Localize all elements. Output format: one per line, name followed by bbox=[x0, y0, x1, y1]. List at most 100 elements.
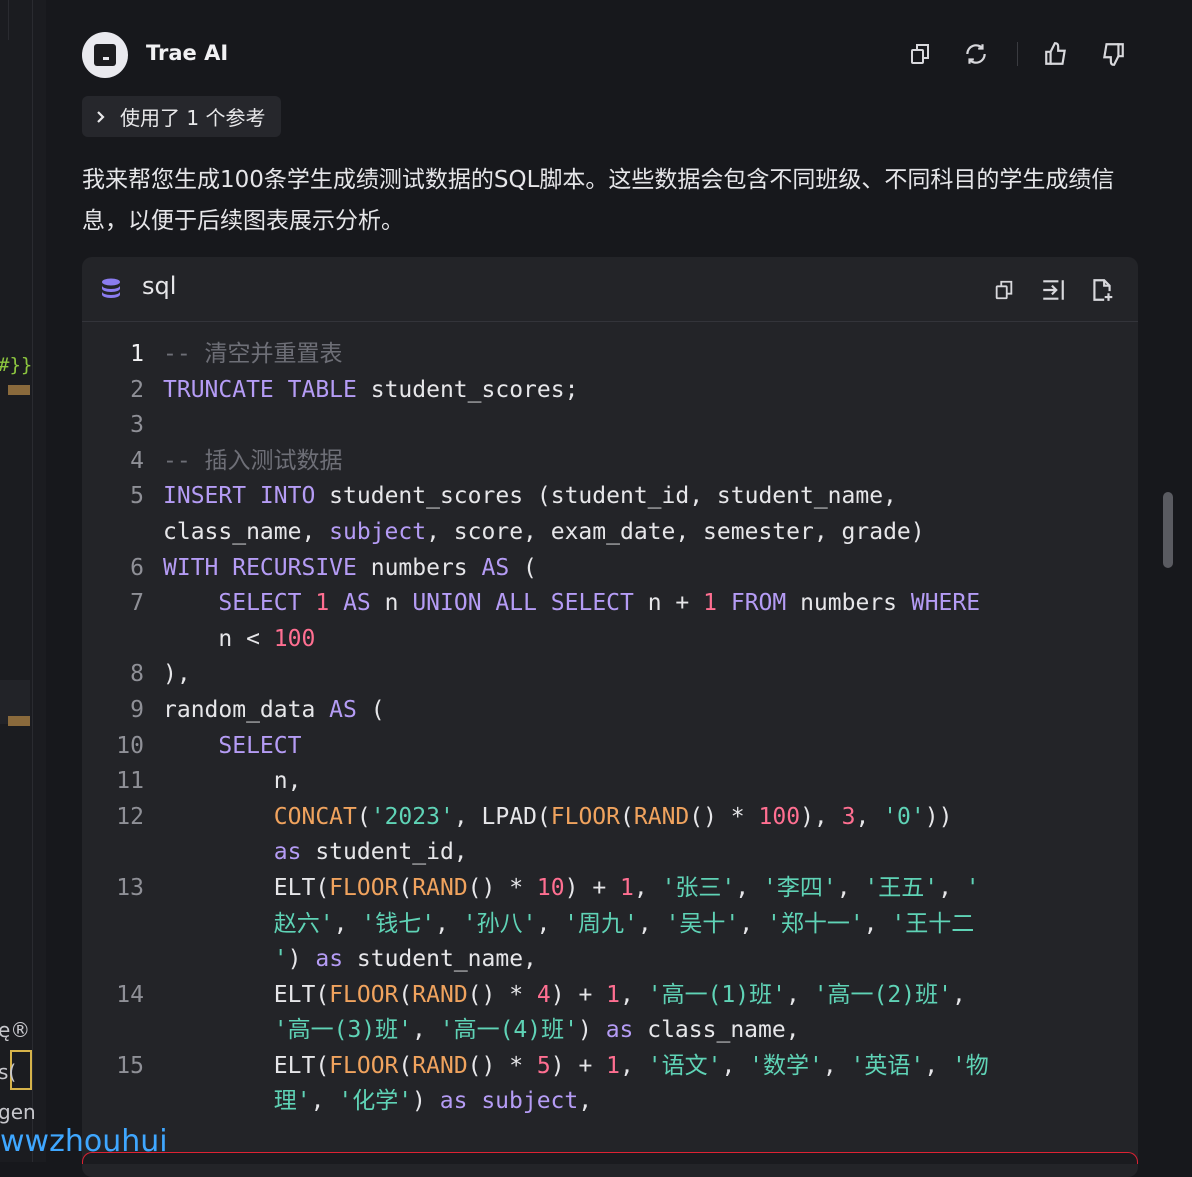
insert-code-button[interactable] bbox=[1038, 275, 1068, 305]
code-token: '周九' bbox=[564, 910, 638, 937]
code-token: , score, exam_date, semester, grade) bbox=[426, 518, 925, 545]
code-token: FLOOR bbox=[329, 1052, 399, 1079]
code-token: -- 插入测试数据 bbox=[163, 447, 343, 474]
copy-code-icon bbox=[995, 280, 1013, 300]
code-token: WHERE bbox=[910, 590, 981, 617]
code-token: , LPAD( bbox=[453, 803, 551, 830]
code-token: RAND bbox=[412, 981, 468, 1008]
thumbs-up-icon bbox=[1045, 42, 1066, 65]
code-line: 理', '化学') as subject, bbox=[82, 1084, 1138, 1120]
editor-text-fragment: gen bbox=[0, 1100, 36, 1124]
line-number: 1 bbox=[130, 341, 144, 367]
code-token: FLOOR bbox=[329, 981, 399, 1008]
line-number: 8 bbox=[130, 661, 144, 688]
code-token: , bbox=[435, 910, 463, 937]
line-number: 5 bbox=[130, 483, 144, 510]
code-text: n < 100 bbox=[163, 622, 315, 658]
like-button[interactable] bbox=[1040, 38, 1072, 70]
code-token: '高一(1)班' bbox=[647, 981, 786, 1008]
code-token: student_name, bbox=[343, 946, 537, 973]
references-toggle[interactable]: 使用了 1 个参考 bbox=[82, 96, 281, 137]
code-token: ) + bbox=[550, 981, 607, 1008]
code-text: SELECT bbox=[163, 729, 301, 765]
line-number: 9 bbox=[130, 696, 144, 723]
copy-icon bbox=[911, 44, 929, 64]
code-line: 10 SELECT bbox=[82, 729, 1138, 765]
thumbs-down-icon bbox=[1103, 43, 1124, 66]
code-token: 1 bbox=[620, 874, 634, 901]
code-token: class_name, bbox=[633, 1017, 800, 1044]
references-label: 使用了 1 个参考 bbox=[120, 106, 266, 130]
code-token: 1 bbox=[606, 1052, 621, 1079]
code-text: -- 插入测试数据 bbox=[163, 444, 343, 480]
copy-code-button[interactable] bbox=[989, 275, 1019, 305]
code-token: random_data bbox=[163, 696, 330, 723]
code-token: student_scores (student_id, student_name… bbox=[315, 483, 897, 510]
code-token: subject bbox=[329, 518, 427, 545]
line-number: 13 bbox=[116, 874, 144, 901]
line-number: 10 bbox=[116, 732, 144, 759]
copy-button[interactable] bbox=[904, 38, 936, 70]
code-line: 13 ELT(FLOOR(RAND() * 10) + 1, '张三', '李四… bbox=[82, 871, 1138, 907]
code-token: () * bbox=[467, 874, 537, 901]
code-token: , bbox=[620, 1052, 648, 1079]
code-line: 12 CONCAT('2023', LPAD(FLOOR(RAND() * 10… bbox=[82, 800, 1138, 836]
code-token: RAND bbox=[412, 874, 468, 901]
code-token: FROM bbox=[730, 590, 787, 617]
code-token: ( bbox=[620, 803, 634, 830]
add-file-button[interactable] bbox=[1087, 275, 1117, 305]
code-text: SELECT 1 AS n UNION ALL SELECT n + 1 FRO… bbox=[163, 586, 980, 622]
code-token: , bbox=[836, 874, 865, 901]
code-text: ') as student_name, bbox=[163, 942, 537, 978]
input-box-edge[interactable] bbox=[82, 1152, 1138, 1164]
code-token: () * bbox=[467, 1052, 537, 1079]
code-line: 2 TRUNCATE TABLE student_scores; bbox=[82, 373, 1138, 409]
code-token: '高一(2)班' bbox=[813, 981, 952, 1008]
code-line: 3 bbox=[82, 408, 1138, 444]
code-token: AS bbox=[343, 590, 371, 617]
scrollbar-thumb[interactable] bbox=[1163, 492, 1173, 568]
code-token: ' bbox=[965, 874, 980, 901]
regenerate-button[interactable] bbox=[960, 38, 992, 70]
trae-ai-avatar bbox=[82, 32, 128, 78]
code-token: numbers bbox=[786, 590, 911, 617]
code-token: , bbox=[721, 1052, 750, 1079]
code-token: ELT( bbox=[163, 1052, 330, 1079]
code-token: , bbox=[620, 981, 648, 1008]
code-text: class_name, subject, score, exam_date, s… bbox=[163, 515, 925, 551]
code-text: n, bbox=[163, 764, 302, 800]
code-token: , bbox=[637, 910, 666, 937]
code-token: ), bbox=[800, 803, 842, 830]
code-token: 100 bbox=[758, 803, 801, 830]
divider bbox=[32, 0, 33, 1162]
code-text: 理', '化学') as subject, bbox=[163, 1084, 592, 1120]
assistant-name: Trae AI bbox=[146, 41, 229, 65]
code-token: SELECT bbox=[218, 732, 302, 759]
code-text: WITH RECURSIVE numbers AS ( bbox=[163, 551, 537, 587]
code-token: SELECT bbox=[218, 590, 302, 617]
code-token: , bbox=[412, 1017, 440, 1044]
code-token: )) bbox=[924, 803, 953, 830]
code-token: 10 bbox=[536, 874, 565, 901]
code-line: 14 ELT(FLOOR(RAND() * 4) + 1, '高一(1)班', … bbox=[82, 978, 1138, 1014]
code-text: '高一(3)班', '高一(4)班') as class_name, bbox=[163, 1013, 800, 1049]
code-line: class_name, subject, score, exam_date, s… bbox=[82, 515, 1138, 551]
add-file-icon bbox=[1093, 279, 1113, 301]
code-token: ( bbox=[398, 981, 413, 1008]
code-token: '物 bbox=[951, 1052, 989, 1079]
code-token: '郑十一' bbox=[766, 910, 864, 937]
code-token: RAND bbox=[412, 1052, 468, 1079]
code-token: 100 bbox=[273, 625, 316, 652]
code-token: , bbox=[735, 874, 763, 901]
dislike-button[interactable] bbox=[1097, 38, 1129, 70]
code-text: TRUNCATE TABLE student_scores; bbox=[163, 373, 578, 409]
divider bbox=[8, 0, 9, 40]
code-line: 4 -- 插入测试数据 bbox=[82, 444, 1138, 480]
